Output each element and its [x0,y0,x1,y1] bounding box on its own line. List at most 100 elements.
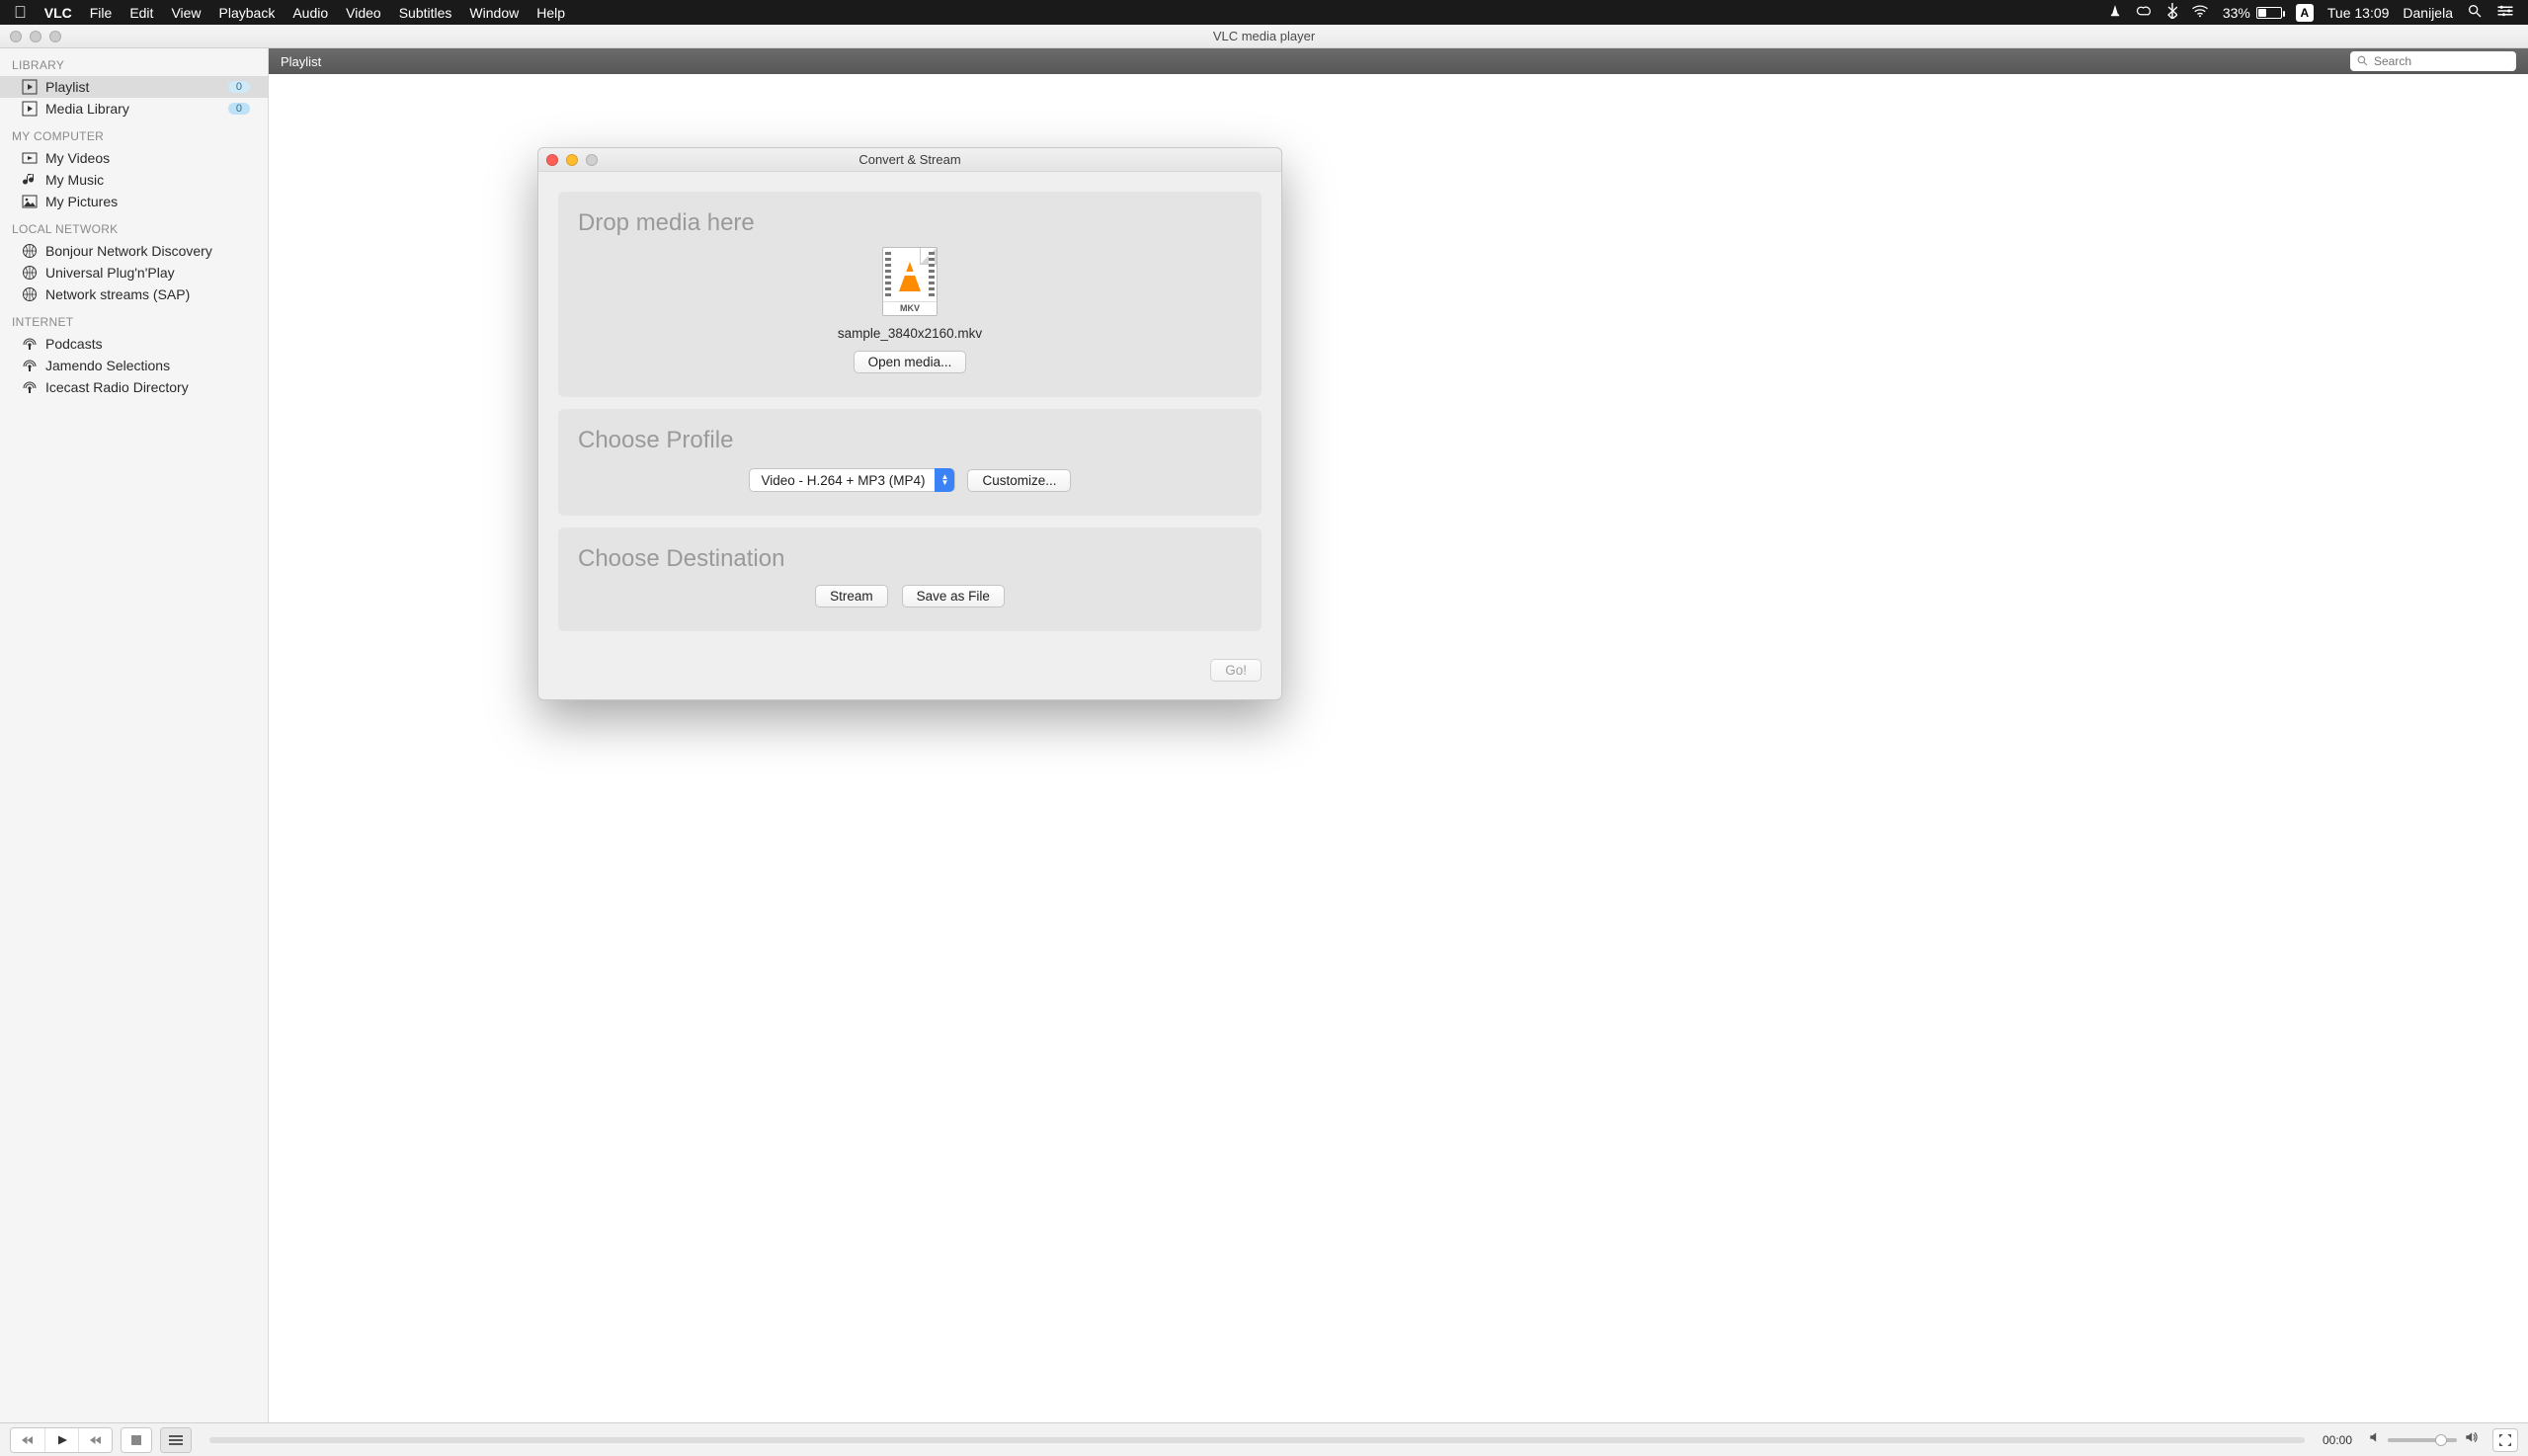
menu-playback[interactable]: Playback [219,5,276,21]
previous-button[interactable] [11,1428,44,1452]
library-icon [22,101,38,117]
menu-help[interactable]: Help [536,5,565,21]
menu-audio[interactable]: Audio [292,5,328,21]
wifi-icon[interactable] [2191,4,2209,21]
menu-file[interactable]: File [90,5,113,21]
volume-controls [2368,1430,2479,1449]
volume-knob[interactable] [2435,1434,2447,1446]
globe-icon [22,286,38,302]
volume-high-icon[interactable] [2463,1430,2479,1449]
spotlight-icon[interactable] [2467,3,2483,22]
open-media-button[interactable]: Open media... [854,351,967,373]
customize-profile-button[interactable]: Customize... [967,469,1071,492]
music-icon [22,172,38,188]
window-traffic-lights [10,31,61,42]
sidebar-section-title: MY COMPUTER [0,120,268,147]
volume-slider[interactable] [2388,1438,2457,1442]
sidebar-item-playlist[interactable]: Playlist 0 [0,76,268,98]
sidebar-item-my-music[interactable]: My Music [0,169,268,191]
sidebar-section-title: LIBRARY [0,48,268,76]
profile-select-value: Video - H.264 + MP3 (MP4) [762,473,926,488]
menu-edit[interactable]: Edit [129,5,153,21]
battery-status[interactable]: 33% [2223,5,2282,21]
podcast-icon [22,379,38,395]
drop-media-panel: Drop media here MKV sample_3840x2160.mkv… [558,192,1262,397]
sidebar: LIBRARY Playlist 0 Media Library 0 MY COMPUTE… [0,48,269,1422]
menubar-user[interactable]: Danijela [2403,5,2453,21]
creative-cloud-icon[interactable] [2136,4,2154,21]
playlist-header-title: Playlist [281,54,321,69]
sidebar-section-title: LOCAL NETWORK [0,212,268,240]
select-chevrons-icon: ▲▼ [935,468,954,492]
dialog-titlebar: Convert & Stream [538,148,1281,172]
search-icon [2356,54,2369,70]
window-title: VLC media player [0,29,2528,43]
choose-profile-heading: Choose Profile [578,427,1242,454]
choose-destination-panel: Choose Destination Stream Save as File [558,527,1262,631]
control-center-icon[interactable] [2496,4,2514,21]
dialog-title: Convert & Stream [538,152,1281,167]
podcast-icon [22,336,38,352]
playlist-icon [22,79,38,95]
search-input[interactable] [2350,51,2516,71]
search-container [2350,51,2516,71]
sidebar-item-label: Media Library [45,101,129,117]
sidebar-item-label: Playlist [45,79,89,95]
sidebar-item-label: My Music [45,172,104,188]
media-file-icon: MKV [882,247,938,316]
play-button[interactable] [44,1428,78,1452]
sidebar-item-label: Jamendo Selections [45,358,170,373]
fullscreen-button[interactable] [2492,1428,2518,1452]
profile-select[interactable]: Video - H.264 + MP3 (MP4) ▲▼ [749,468,956,492]
next-button[interactable] [78,1428,112,1452]
sidebar-item-label: Universal Plug'n'Play [45,265,175,281]
sidebar-item-my-pictures[interactable]: My Pictures [0,191,268,212]
drop-media-heading: Drop media here [578,209,1242,237]
sidebar-item-badge: 0 [228,103,250,115]
sidebar-item-my-videos[interactable]: My Videos [0,147,268,169]
stop-button[interactable] [122,1428,151,1452]
vlc-tray-icon[interactable] [2108,4,2122,21]
menu-view[interactable]: View [171,5,201,21]
input-source-icon[interactable]: A [2296,4,2314,22]
playlist-toggle-button[interactable] [161,1428,191,1452]
sidebar-item-label: My Videos [45,150,110,166]
app-menu[interactable]: VLC [44,5,72,21]
volume-low-icon[interactable] [2368,1430,2382,1449]
window-close-button[interactable] [10,31,22,42]
sidebar-item-label: Bonjour Network Discovery [45,243,212,259]
podcast-icon [22,358,38,373]
menu-subtitles[interactable]: Subtitles [399,5,452,21]
playback-controls: 00:00 [0,1422,2528,1456]
sidebar-item-podcasts[interactable]: Podcasts [0,333,268,355]
sidebar-item-label: Podcasts [45,336,103,352]
macos-menubar:  VLC File Edit View Playback Audio Vide… [0,0,2528,25]
window-zoom-button[interactable] [49,31,61,42]
battery-percent: 33% [2223,5,2250,21]
choose-profile-panel: Choose Profile Video - H.264 + MP3 (MP4)… [558,409,1262,516]
globe-icon [22,265,38,281]
sidebar-item-label: Icecast Radio Directory [45,379,189,395]
menu-window[interactable]: Window [469,5,519,21]
menubar-clock[interactable]: Tue 13:09 [2327,5,2390,21]
sidebar-item-icecast-radio-directory[interactable]: Icecast Radio Directory [0,376,268,398]
sidebar-item-network-streams-sap-[interactable]: Network streams (SAP) [0,283,268,305]
sidebar-item-media-library[interactable]: Media Library 0 [0,98,268,120]
drop-area[interactable]: MKV sample_3840x2160.mkv Open media... [578,247,1242,373]
stop-group [121,1427,152,1453]
window-minimize-button[interactable] [30,31,41,42]
sidebar-item-badge: 0 [228,81,250,93]
sidebar-item-bonjour-network-discovery[interactable]: Bonjour Network Discovery [0,240,268,262]
progress-slider[interactable] [209,1437,2305,1443]
apple-menu-icon[interactable]:  [14,3,27,23]
stream-button[interactable]: Stream [815,585,888,607]
menu-video[interactable]: Video [346,5,381,21]
sidebar-item-universal-plug-n-play[interactable]: Universal Plug'n'Play [0,262,268,283]
sidebar-item-jamendo-selections[interactable]: Jamendo Selections [0,355,268,376]
sidebar-item-label: My Pictures [45,194,118,209]
choose-destination-heading: Choose Destination [578,545,1242,573]
go-button[interactable]: Go! [1210,659,1262,682]
save-as-file-button[interactable]: Save as File [902,585,1005,607]
vlc-window: VLC media player LIBRARYPlaylist0Media L… [0,25,2528,1456]
bluetooth-icon[interactable] [2167,3,2177,22]
